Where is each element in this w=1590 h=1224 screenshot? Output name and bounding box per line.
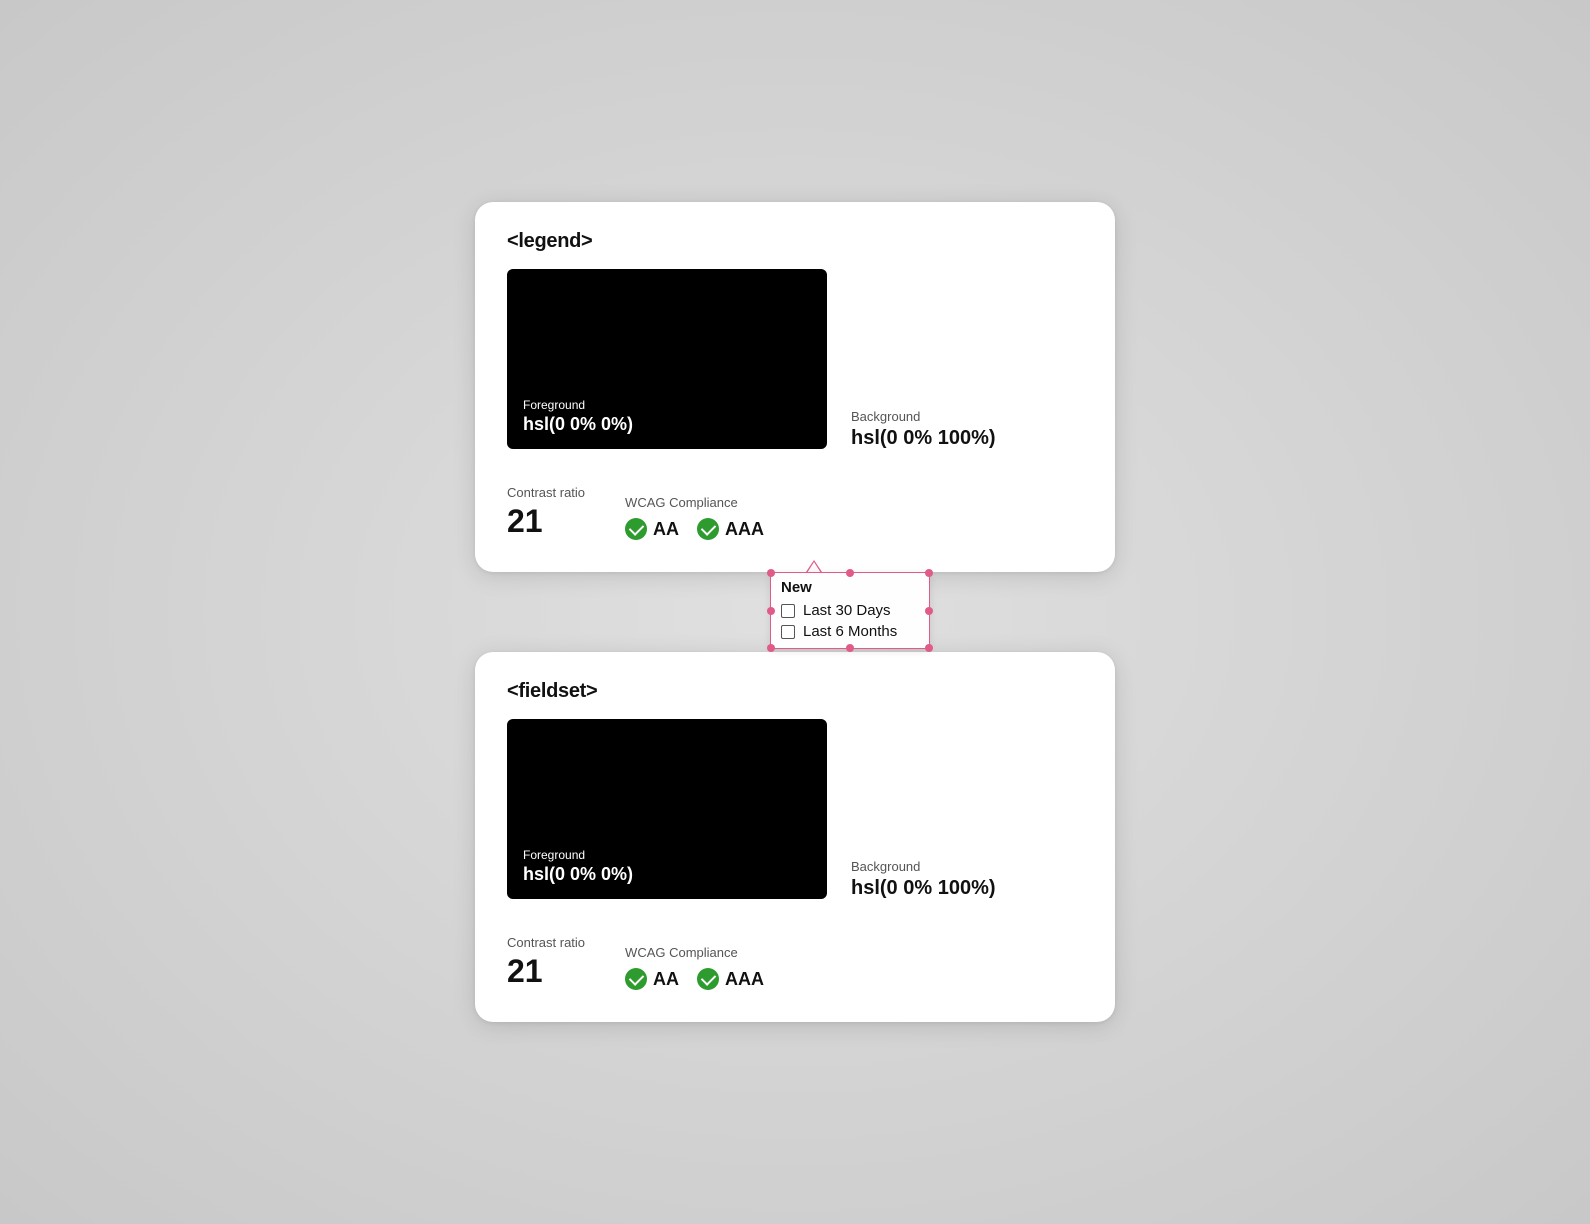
- legend-wcag-label: WCAG Compliance: [625, 495, 764, 510]
- legend-contrast-value: 21: [507, 503, 585, 540]
- handle-br: [925, 644, 933, 652]
- legend-aaa-label: AAA: [725, 519, 764, 540]
- fieldset-wcag-aa: AA: [625, 968, 679, 990]
- legend-wcag-badges: AA AAA: [625, 518, 764, 540]
- dropdown-checkbox-last6months[interactable]: [781, 625, 795, 639]
- legend-metrics: Contrast ratio 21 WCAG Compliance AA AAA: [507, 485, 1083, 540]
- fieldset-contrast-label: Contrast ratio: [507, 935, 585, 950]
- legend-bg-label: Background: [851, 409, 996, 424]
- cards-container: <legend> Foreground hsl(0 0% 0%) Backgro…: [475, 202, 1115, 1022]
- legend-fg-value: hsl(0 0% 0%): [523, 414, 811, 435]
- legend-contrast-label: Contrast ratio: [507, 485, 585, 500]
- fieldset-wcag: WCAG Compliance AA AAA: [625, 945, 764, 990]
- legend-fg-label: Foreground: [523, 398, 811, 412]
- legend-aa-check-icon: [625, 518, 647, 540]
- fieldset-color-preview: Foreground hsl(0 0% 0%): [507, 719, 827, 899]
- legend-wcag-aaa: AAA: [697, 518, 764, 540]
- dropdown-legend-label: New: [781, 579, 919, 596]
- handle-tl: [767, 569, 775, 577]
- legend-aa-label: AA: [653, 519, 679, 540]
- fieldset-wcag-label: WCAG Compliance: [625, 945, 764, 960]
- fieldset-card: <fieldset> Foreground hsl(0 0% 0%) Backg…: [475, 652, 1115, 1022]
- fieldset-fg-value: hsl(0 0% 0%): [523, 864, 811, 885]
- fieldset-aa-check-icon: [625, 968, 647, 990]
- fieldset-fg-label: Foreground: [523, 848, 811, 862]
- fieldset-bg-label: Background: [851, 859, 996, 874]
- handle-tr: [925, 569, 933, 577]
- legend-bg-value: hsl(0 0% 100%): [851, 427, 996, 450]
- legend-aaa-check-icon: [697, 518, 719, 540]
- fieldset-wcag-aaa: AAA: [697, 968, 764, 990]
- handle-tm: [846, 569, 854, 577]
- fieldset-aa-label: AA: [653, 969, 679, 990]
- handle-mr: [925, 607, 933, 615]
- legend-color-preview: Foreground hsl(0 0% 0%): [507, 269, 827, 449]
- handle-bm: [846, 644, 854, 652]
- dropdown-item-last6months[interactable]: Last 6 Months: [781, 623, 919, 640]
- dropdown-box[interactable]: New Last 30 Days Last 6 Months: [770, 572, 930, 649]
- fieldset-wcag-badges: AA AAA: [625, 968, 764, 990]
- handle-ml: [767, 607, 775, 615]
- legend-card-title: <legend>: [507, 230, 1083, 253]
- fieldset-contrast: Contrast ratio 21: [507, 935, 585, 990]
- dropdown-overlay: New Last 30 Days Last 6 Months: [770, 572, 930, 649]
- fieldset-aaa-label: AAA: [725, 969, 764, 990]
- handle-bl: [767, 644, 775, 652]
- dropdown-item-last30-label: Last 30 Days: [803, 602, 891, 619]
- fieldset-contrast-value: 21: [507, 953, 585, 990]
- fieldset-metrics: Contrast ratio 21 WCAG Compliance AA AAA: [507, 935, 1083, 990]
- dropdown-item-last6months-label: Last 6 Months: [803, 623, 897, 640]
- dropdown-checkbox-last30[interactable]: [781, 604, 795, 618]
- dropdown-item-last30[interactable]: Last 30 Days: [781, 602, 919, 619]
- legend-wcag-aa: AA: [625, 518, 679, 540]
- legend-bg-block: Background hsl(0 0% 100%): [851, 409, 996, 450]
- legend-card: <legend> Foreground hsl(0 0% 0%) Backgro…: [475, 202, 1115, 572]
- legend-contrast: Contrast ratio 21: [507, 485, 585, 540]
- legend-wcag: WCAG Compliance AA AAA: [625, 495, 764, 540]
- fieldset-aaa-check-icon: [697, 968, 719, 990]
- fieldset-card-title: <fieldset>: [507, 680, 1083, 703]
- fieldset-bg-block: Background hsl(0 0% 100%): [851, 859, 996, 900]
- fieldset-bg-value: hsl(0 0% 100%): [851, 877, 996, 900]
